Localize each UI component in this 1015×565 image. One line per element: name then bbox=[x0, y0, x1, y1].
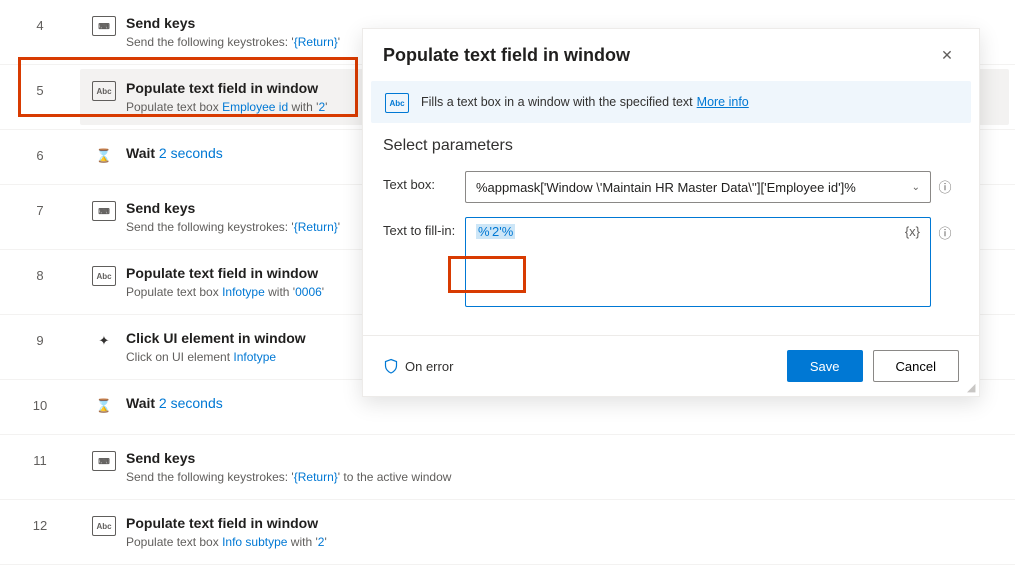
info-icon[interactable]: ⓘ bbox=[931, 217, 959, 242]
step-icon: ✦ bbox=[92, 331, 116, 351]
variable-picker-icon[interactable]: {x} bbox=[905, 224, 920, 239]
banner-text: Fills a text box in a window with the sp… bbox=[421, 95, 693, 109]
chevron-down-icon: ⌄ bbox=[912, 182, 920, 193]
param-textbox-row: Text box: %appmask['Window \'Maintain HR… bbox=[383, 171, 959, 203]
step-text: Send keys Send the following keystrokes: … bbox=[126, 449, 997, 485]
info-banner: Abc Fills a text box in a window with th… bbox=[371, 81, 971, 123]
step-number: 6 bbox=[0, 130, 80, 163]
step-text: Populate text field in window Populate te… bbox=[126, 514, 997, 550]
text-to-fill-value: %'2'% bbox=[476, 224, 515, 239]
step-icon: ⌛ bbox=[92, 396, 116, 416]
textbox-selector-dropdown[interactable]: %appmask['Window \'Maintain HR Master Da… bbox=[465, 171, 931, 203]
shield-icon bbox=[383, 358, 399, 374]
more-info-link[interactable]: More info bbox=[697, 95, 749, 109]
step-number: 9 bbox=[0, 315, 80, 348]
close-icon[interactable]: ✕ bbox=[935, 43, 959, 67]
step-number: 4 bbox=[0, 0, 80, 33]
step-number: 8 bbox=[0, 250, 80, 283]
step-title: Send keys bbox=[126, 449, 997, 467]
flow-step[interactable]: 11 ⌨ Send keys Send the following keystroke… bbox=[0, 435, 1015, 500]
param-text-row: Text to fill-in: %'2'% {x} ⓘ bbox=[383, 217, 959, 307]
step-icon: Abc bbox=[92, 81, 116, 101]
step-icon: Abc bbox=[92, 516, 116, 536]
step-number: 12 bbox=[0, 500, 80, 533]
step-icon: ⌨ bbox=[92, 201, 116, 221]
dialog-title: Populate text field in window bbox=[383, 45, 630, 66]
step-number: 11 bbox=[0, 435, 80, 468]
step-body: ⌨ Send keys Send the following keystrokes:… bbox=[80, 439, 1009, 495]
step-number: 10 bbox=[0, 380, 80, 413]
step-icon: ⌨ bbox=[92, 451, 116, 471]
dialog-header: Populate text field in window ✕ bbox=[363, 29, 979, 81]
resize-handle-icon[interactable]: ◢ bbox=[967, 384, 977, 394]
step-subtitle: Send the following keystrokes: '{Return}… bbox=[126, 469, 997, 485]
parameters-section: Select parameters Text box: %appmask['Wi… bbox=[363, 123, 979, 335]
step-number: 5 bbox=[0, 65, 80, 98]
text-to-fill-input[interactable]: %'2'% {x} bbox=[465, 217, 931, 307]
info-icon[interactable]: ⓘ bbox=[931, 171, 959, 196]
param-label-text: Text to fill-in: bbox=[383, 217, 465, 238]
step-icon: Abc bbox=[92, 266, 116, 286]
step-body: AbcPopulate text field in windowPopulate… bbox=[80, 504, 1009, 560]
cancel-button[interactable]: Cancel bbox=[873, 350, 959, 382]
textbox-selector-value: %appmask['Window \'Maintain HR Master Da… bbox=[476, 180, 906, 195]
section-title: Select parameters bbox=[383, 137, 959, 155]
dialog-footer: On error Save Cancel bbox=[363, 335, 979, 396]
step-icon: ⌛ bbox=[92, 146, 116, 166]
param-label-textbox: Text box: bbox=[383, 171, 465, 192]
step-number: 7 bbox=[0, 185, 80, 218]
on-error-button[interactable]: On error bbox=[383, 358, 777, 374]
save-button[interactable]: Save bbox=[787, 350, 863, 382]
step-icon: ⌨ bbox=[92, 16, 116, 36]
abc-icon: Abc bbox=[385, 93, 409, 113]
action-properties-dialog: Populate text field in window ✕ Abc Fill… bbox=[362, 28, 980, 397]
flow-step[interactable]: 12AbcPopulate text field in windowPopula… bbox=[0, 500, 1015, 565]
step-title: Populate text field in window bbox=[126, 514, 997, 532]
step-subtitle: Populate text box Info subtype with '2' bbox=[126, 534, 997, 550]
